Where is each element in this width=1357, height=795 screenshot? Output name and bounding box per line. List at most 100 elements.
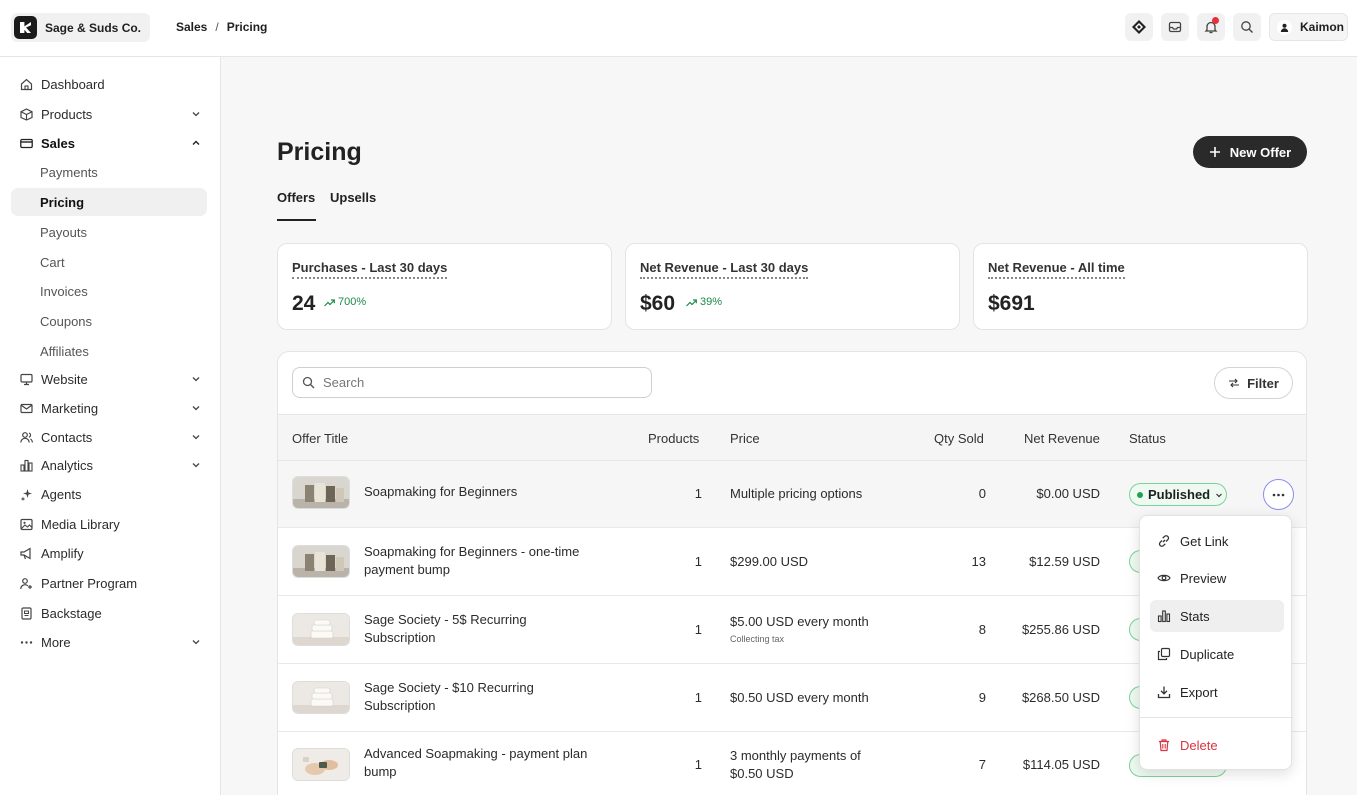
copy-icon bbox=[1157, 647, 1171, 661]
chevron-down-icon[interactable] bbox=[191, 432, 201, 442]
row-actions-button[interactable] bbox=[1263, 479, 1294, 510]
inbox-button[interactable] bbox=[1161, 13, 1189, 41]
offer-revenue: $255.86 USD bbox=[1021, 622, 1100, 637]
menu-item-get-link[interactable]: Get Link bbox=[1150, 525, 1284, 557]
menu-item-stats[interactable]: Stats bbox=[1150, 600, 1284, 632]
column-header-status[interactable]: Status bbox=[1129, 431, 1166, 446]
chevron-up-icon[interactable] bbox=[191, 138, 201, 148]
offer-title[interactable]: Sage Society - $10 Recurring Subscriptio… bbox=[364, 679, 594, 715]
offer-title[interactable]: Soapmaking for Beginners - one-time paym… bbox=[364, 543, 614, 579]
link-icon bbox=[1158, 535, 1170, 547]
offer-title[interactable]: Advanced Soapmaking - payment plan bump bbox=[364, 745, 614, 781]
sidebar-sub-pricing[interactable]: Pricing bbox=[11, 188, 207, 216]
chevron-down-icon[interactable] bbox=[191, 109, 201, 119]
chevron-down-icon[interactable] bbox=[191, 637, 201, 647]
offer-thumbnail bbox=[292, 476, 350, 509]
new-offer-button[interactable]: New Offer bbox=[1193, 136, 1307, 168]
download-icon bbox=[1157, 686, 1171, 699]
status-label: Published bbox=[1148, 487, 1211, 502]
box-icon bbox=[20, 108, 33, 121]
sidebar-sub-coupons[interactable]: Coupons bbox=[11, 307, 207, 335]
sidebar-sub-payments[interactable]: Payments bbox=[11, 158, 207, 186]
offer-revenue: $114.05 USD bbox=[1022, 757, 1100, 772]
monitor-icon bbox=[20, 373, 33, 386]
sidebar-item-marketing[interactable]: Marketing bbox=[11, 395, 207, 422]
breadcrumb-pricing: Pricing bbox=[226, 20, 268, 34]
menu-item-preview[interactable]: Preview bbox=[1150, 562, 1284, 594]
backstage-icon bbox=[21, 607, 32, 620]
user-menu-button[interactable]: Kaimon bbox=[1269, 13, 1348, 41]
offer-products: 1 bbox=[694, 554, 702, 569]
column-header-net-revenue[interactable]: Net Revenue bbox=[1024, 431, 1100, 446]
sidebar-sub-affiliates[interactable]: Affiliates bbox=[11, 337, 207, 365]
sidebar-item-partner-program[interactable]: Partner Program bbox=[11, 570, 207, 597]
sidebar-sub-invoices[interactable]: Invoices bbox=[11, 277, 207, 305]
column-header-offer-title[interactable]: Offer Title bbox=[292, 431, 348, 446]
chevron-down-icon[interactable] bbox=[191, 460, 201, 470]
stat-card-purchases: Purchases - Last 30 days 24 700% bbox=[277, 243, 612, 330]
workspace-switcher[interactable]: Sage & Suds Co. bbox=[11, 13, 151, 42]
filter-button[interactable]: Filter bbox=[1214, 367, 1293, 399]
sidebar-sub-payouts[interactable]: Payouts bbox=[11, 218, 207, 246]
stat-value: $60 bbox=[640, 292, 676, 315]
sidebar-item-contacts[interactable]: Contacts bbox=[11, 424, 207, 451]
chevron-down-icon[interactable] bbox=[191, 403, 201, 413]
column-header-qty-sold[interactable]: Qty Sold bbox=[934, 431, 984, 446]
tab-upsells[interactable]: Upsells bbox=[330, 190, 376, 205]
sidebar-item-more[interactable]: More bbox=[11, 629, 207, 656]
search-box[interactable] bbox=[292, 367, 652, 398]
stat-label[interactable]: Net Revenue - All time bbox=[988, 260, 1125, 279]
sidebar-item-products[interactable]: Products bbox=[11, 101, 207, 128]
column-header-products[interactable]: Products bbox=[648, 431, 699, 446]
stat-card-net-revenue-30: Net Revenue - Last 30 days $60 39% bbox=[625, 243, 960, 330]
offer-revenue: $268.50 USD bbox=[1021, 690, 1100, 705]
offer-thumbnail bbox=[292, 681, 350, 714]
menu-item-delete[interactable]: Delete bbox=[1150, 729, 1284, 761]
status-dropdown[interactable]: Published bbox=[1129, 483, 1227, 506]
sidebar-item-amplify[interactable]: Amplify bbox=[11, 540, 207, 567]
diamond-button[interactable] bbox=[1125, 13, 1153, 41]
offer-price: 3 monthly payments of $0.50 USD bbox=[730, 748, 861, 781]
offer-title[interactable]: Sage Society - 5$ Recurring Subscription bbox=[364, 611, 594, 647]
offer-price-note: Collecting tax bbox=[730, 634, 785, 644]
home-icon bbox=[20, 78, 33, 91]
sidebar-item-label: Sales bbox=[41, 136, 75, 151]
more-horizontal-icon bbox=[1272, 493, 1285, 496]
breadcrumb-sales[interactable]: Sales bbox=[176, 20, 207, 34]
sidebar-item-analytics[interactable]: Analytics bbox=[11, 452, 207, 479]
search-input[interactable] bbox=[323, 375, 633, 390]
offer-products: 1 bbox=[694, 622, 702, 637]
sidebar-item-label: Amplify bbox=[41, 546, 84, 561]
sidebar-item-dashboard[interactable]: Dashboard bbox=[11, 71, 207, 98]
sidebar-item-backstage[interactable]: Backstage bbox=[11, 600, 207, 627]
offer-thumbnail bbox=[292, 613, 350, 646]
sidebar-item-label: Media Library bbox=[41, 517, 120, 532]
menu-item-label: Delete bbox=[1180, 737, 1218, 753]
sidebar-item-label: Contacts bbox=[41, 430, 93, 445]
sidebar-item-label: Partner Program bbox=[41, 576, 138, 591]
stat-label[interactable]: Purchases - Last 30 days bbox=[292, 260, 448, 279]
sidebar-item-sales[interactable]: Sales bbox=[11, 130, 207, 157]
search-button[interactable] bbox=[1233, 13, 1261, 41]
sidebar-item-agents[interactable]: Agents bbox=[11, 481, 207, 508]
active-tab-indicator bbox=[277, 219, 316, 221]
notification-badge bbox=[1212, 17, 1219, 24]
sidebar-item-media-library[interactable]: Media Library bbox=[11, 511, 207, 538]
stat-trend-value: 700% bbox=[338, 296, 367, 308]
chevron-down-icon bbox=[1216, 493, 1223, 497]
stat-trend: 700% bbox=[324, 296, 366, 308]
tab-offers[interactable]: Offers bbox=[277, 190, 315, 205]
notifications-button[interactable] bbox=[1197, 13, 1225, 41]
top-bar: Sage & Suds Co. Sales / Pricing Kaimon bbox=[0, 0, 1357, 57]
offer-title[interactable]: Soapmaking for Beginners bbox=[364, 483, 517, 501]
menu-divider bbox=[1140, 717, 1293, 718]
column-header-price[interactable]: Price bbox=[730, 431, 760, 446]
menu-item-duplicate[interactable]: Duplicate bbox=[1150, 638, 1284, 670]
menu-item-label: Get Link bbox=[1180, 533, 1229, 549]
offer-revenue: $0.00 USD bbox=[1036, 486, 1100, 501]
menu-item-export[interactable]: Export bbox=[1150, 676, 1284, 708]
sidebar-item-website[interactable]: Website bbox=[11, 366, 207, 393]
chevron-down-icon[interactable] bbox=[191, 374, 201, 384]
sidebar-sub-cart[interactable]: Cart bbox=[11, 248, 207, 276]
stat-label[interactable]: Net Revenue - Last 30 days bbox=[640, 260, 809, 279]
